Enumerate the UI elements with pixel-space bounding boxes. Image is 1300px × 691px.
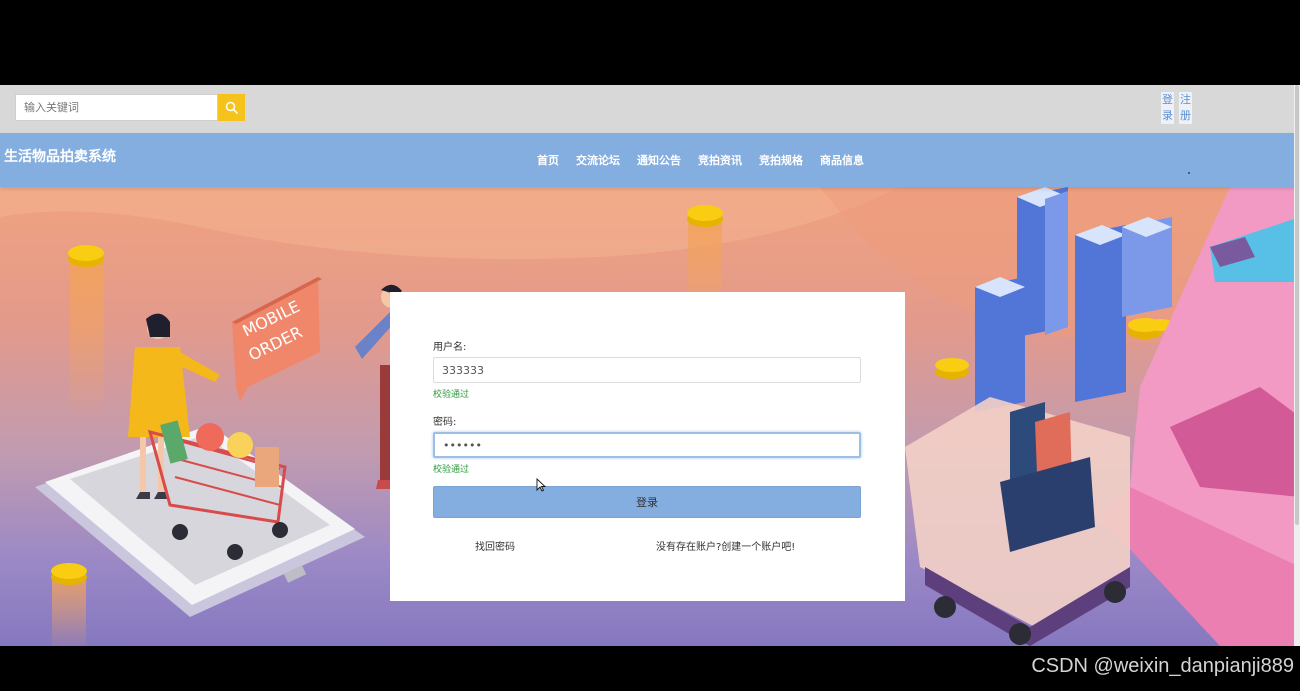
top-search-bar: 登录 注册	[0, 85, 1300, 133]
search-input[interactable]	[15, 94, 218, 121]
username-input[interactable]	[433, 357, 861, 383]
site-title: 生活物品拍卖系统	[4, 149, 116, 165]
csdn-watermark: CSDN @weixin_danpianji889	[1031, 655, 1294, 677]
username-label: 用户名:	[433, 342, 467, 353]
username-valid-message: 校验通过	[433, 390, 470, 400]
password-valid-message: 校验通过	[433, 465, 470, 475]
nav-menu: 首页 交流论坛 通知公告 竞拍资讯 竞拍规格 商品信息	[537, 152, 881, 168]
mobile-order-sign: MOBILE ORDER	[232, 277, 322, 402]
nav-item-auction-rules[interactable]: 竞拍规格	[759, 152, 803, 168]
screen-frame: 登录 注册 生活物品拍卖系统 首页 交流论坛 通知公告 竞拍资讯 竞拍规格 商品…	[0, 0, 1300, 691]
password-label: 密码:	[433, 417, 457, 428]
shopping-cart-right	[905, 397, 1130, 646]
forgot-password-link[interactable]: 找回密码	[475, 538, 515, 553]
login-card: 用户名: 校验通过 密码: 校验通过 登录 找回密码 没有存在账户?创建一个账户…	[390, 292, 905, 601]
nav-item-auction-news[interactable]: 竞拍资讯	[698, 152, 742, 168]
login-submit-button[interactable]: 登录	[433, 486, 861, 518]
search-icon	[225, 101, 238, 114]
main-navbar: 生活物品拍卖系统 首页 交流论坛 通知公告 竞拍资讯 竞拍规格 商品信息	[0, 133, 1300, 187]
nav-item-products[interactable]: 商品信息	[820, 152, 864, 168]
nav-item-notice[interactable]: 通知公告	[637, 152, 681, 168]
search-button[interactable]	[218, 94, 245, 121]
nav-item-forum[interactable]: 交流论坛	[576, 152, 620, 168]
password-input[interactable]	[433, 432, 861, 458]
nav-dot	[1188, 172, 1190, 174]
login-link[interactable]: 登录	[1161, 92, 1174, 124]
create-account-link[interactable]: 没有存在账户?创建一个账户吧!	[656, 538, 795, 553]
register-link[interactable]: 注册	[1179, 92, 1192, 124]
page-scrollbar[interactable]	[1294, 85, 1300, 646]
browser-page: 登录 注册 生活物品拍卖系统 首页 交流论坛 通知公告 竞拍资讯 竞拍规格 商品…	[0, 85, 1300, 646]
mouse-cursor-icon	[536, 478, 546, 492]
scrollbar-thumb[interactable]	[1295, 85, 1299, 525]
nav-item-home[interactable]: 首页	[537, 152, 559, 168]
